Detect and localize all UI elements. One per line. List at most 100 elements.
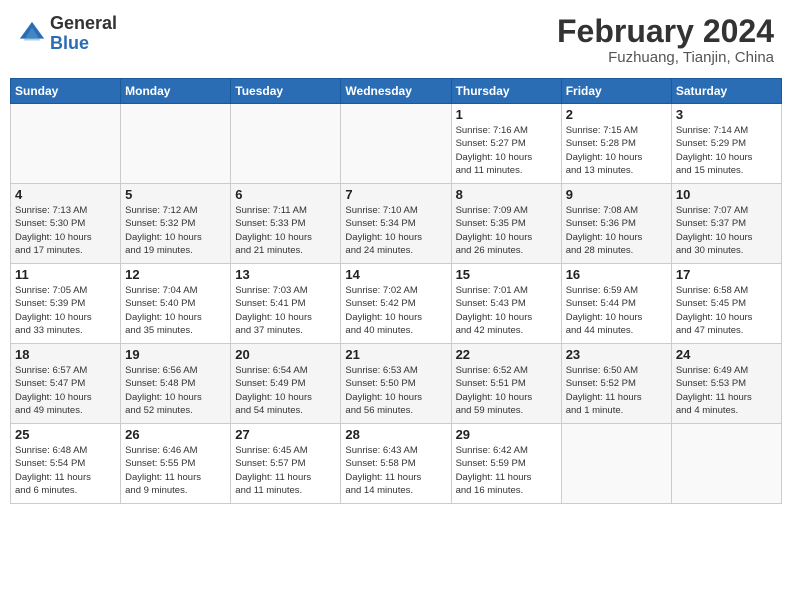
calendar-cell: 21 Sunrise: 6:53 AM Sunset: 5:50 PM Dayli… — [341, 344, 451, 424]
column-header-monday: Monday — [121, 79, 231, 104]
calendar-table: SundayMondayTuesdayWednesdayThursdayFrid… — [10, 78, 782, 504]
day-info: Sunrise: 6:56 AM Sunset: 5:48 PM Dayligh… — [125, 364, 226, 417]
day-info: Sunrise: 6:43 AM Sunset: 5:58 PM Dayligh… — [345, 444, 446, 497]
week-row-2: 4 Sunrise: 7:13 AM Sunset: 5:30 PM Daylig… — [11, 184, 782, 264]
calendar-cell: 5 Sunrise: 7:12 AM Sunset: 5:32 PM Daylig… — [121, 184, 231, 264]
calendar-cell: 7 Sunrise: 7:10 AM Sunset: 5:34 PM Daylig… — [341, 184, 451, 264]
calendar-cell — [671, 424, 781, 504]
logo-blue-text: Blue — [50, 33, 89, 53]
day-info: Sunrise: 6:59 AM Sunset: 5:44 PM Dayligh… — [566, 284, 667, 337]
day-info: Sunrise: 6:49 AM Sunset: 5:53 PM Dayligh… — [676, 364, 777, 417]
column-header-sunday: Sunday — [11, 79, 121, 104]
day-number: 14 — [345, 267, 446, 282]
calendar-cell — [121, 104, 231, 184]
day-number: 21 — [345, 347, 446, 362]
day-info: Sunrise: 6:45 AM Sunset: 5:57 PM Dayligh… — [235, 444, 336, 497]
day-info: Sunrise: 6:57 AM Sunset: 5:47 PM Dayligh… — [15, 364, 116, 417]
day-info: Sunrise: 6:46 AM Sunset: 5:55 PM Dayligh… — [125, 444, 226, 497]
day-info: Sunrise: 7:02 AM Sunset: 5:42 PM Dayligh… — [345, 284, 446, 337]
week-row-3: 11 Sunrise: 7:05 AM Sunset: 5:39 PM Dayli… — [11, 264, 782, 344]
day-number: 12 — [125, 267, 226, 282]
day-number: 6 — [235, 187, 336, 202]
day-info: Sunrise: 7:15 AM Sunset: 5:28 PM Dayligh… — [566, 124, 667, 177]
calendar-cell: 23 Sunrise: 6:50 AM Sunset: 5:52 PM Dayli… — [561, 344, 671, 424]
calendar-cell — [341, 104, 451, 184]
calendar-cell: 19Sunrise: 6:56 AM Sunset: 5:48 PM Dayli… — [121, 344, 231, 424]
day-info: Sunrise: 7:01 AM Sunset: 5:43 PM Dayligh… — [456, 284, 557, 337]
day-number: 18 — [15, 347, 116, 362]
day-number: 29 — [456, 427, 557, 442]
day-info: Sunrise: 7:08 AM Sunset: 5:36 PM Dayligh… — [566, 204, 667, 257]
day-number: 23 — [566, 347, 667, 362]
day-info: Sunrise: 6:50 AM Sunset: 5:52 PM Dayligh… — [566, 364, 667, 417]
column-header-wednesday: Wednesday — [341, 79, 451, 104]
calendar-cell: 10 Sunrise: 7:07 AM Sunset: 5:37 PM Dayli… — [671, 184, 781, 264]
day-number: 24 — [676, 347, 777, 362]
calendar-cell: 2 Sunrise: 7:15 AM Sunset: 5:28 PM Daylig… — [561, 104, 671, 184]
day-info: Sunrise: 7:04 AM Sunset: 5:40 PM Dayligh… — [125, 284, 226, 337]
calendar-cell: 3 Sunrise: 7:14 AM Sunset: 5:29 PM Daylig… — [671, 104, 781, 184]
calendar-cell: 29 Sunrise: 6:42 AM Sunset: 5:59 PM Dayli… — [451, 424, 561, 504]
calendar-cell: 28 Sunrise: 6:43 AM Sunset: 5:58 PM Dayli… — [341, 424, 451, 504]
day-number: 2 — [566, 107, 667, 122]
day-info: Sunrise: 6:42 AM Sunset: 5:59 PM Dayligh… — [456, 444, 557, 497]
day-number: 16 — [566, 267, 667, 282]
calendar-cell: 4 Sunrise: 7:13 AM Sunset: 5:30 PM Daylig… — [11, 184, 121, 264]
calendar-cell: 6Sunrise: 7:11 AM Sunset: 5:33 PM Daylig… — [231, 184, 341, 264]
calendar-cell: 9Sunrise: 7:08 AM Sunset: 5:36 PM Daylig… — [561, 184, 671, 264]
calendar-cell — [561, 424, 671, 504]
day-info: Sunrise: 7:10 AM Sunset: 5:34 PM Dayligh… — [345, 204, 446, 257]
calendar-cell: 13Sunrise: 7:03 AM Sunset: 5:41 PM Dayli… — [231, 264, 341, 344]
day-info: Sunrise: 7:05 AM Sunset: 5:39 PM Dayligh… — [15, 284, 116, 337]
day-info: Sunrise: 6:48 AM Sunset: 5:54 PM Dayligh… — [15, 444, 116, 497]
day-number: 26 — [125, 427, 226, 442]
day-number: 1 — [456, 107, 557, 122]
day-number: 7 — [345, 187, 446, 202]
title-block: February 2024 Fuzhuang, Tianjin, China — [557, 14, 774, 66]
day-number: 4 — [15, 187, 116, 202]
logo: General Blue — [18, 14, 117, 54]
day-number: 11 — [15, 267, 116, 282]
calendar-cell: 27 Sunrise: 6:45 AM Sunset: 5:57 PM Dayli… — [231, 424, 341, 504]
calendar-cell: 16 Sunrise: 6:59 AM Sunset: 5:44 PM Dayli… — [561, 264, 671, 344]
calendar-cell: 11 Sunrise: 7:05 AM Sunset: 5:39 PM Dayli… — [11, 264, 121, 344]
day-info: Sunrise: 7:14 AM Sunset: 5:29 PM Dayligh… — [676, 124, 777, 177]
day-number: 13 — [235, 267, 336, 282]
calendar-cell: 12 Sunrise: 7:04 AM Sunset: 5:40 PM Dayli… — [121, 264, 231, 344]
page-header: General Blue February 2024 Fuzhuang, Tia… — [10, 10, 782, 70]
calendar-cell: 8Sunrise: 7:09 AM Sunset: 5:35 PM Daylig… — [451, 184, 561, 264]
month-title: February 2024 — [557, 14, 774, 49]
calendar-cell: 24 Sunrise: 6:49 AM Sunset: 5:53 PM Dayli… — [671, 344, 781, 424]
day-info: Sunrise: 6:53 AM Sunset: 5:50 PM Dayligh… — [345, 364, 446, 417]
day-info: Sunrise: 6:54 AM Sunset: 5:49 PM Dayligh… — [235, 364, 336, 417]
day-info: Sunrise: 7:13 AM Sunset: 5:30 PM Dayligh… — [15, 204, 116, 257]
day-number: 15 — [456, 267, 557, 282]
day-info: Sunrise: 7:07 AM Sunset: 5:37 PM Dayligh… — [676, 204, 777, 257]
day-info: Sunrise: 7:09 AM Sunset: 5:35 PM Dayligh… — [456, 204, 557, 257]
calendar-cell: 25 Sunrise: 6:48 AM Sunset: 5:54 PM Dayli… — [11, 424, 121, 504]
calendar-cell: 1Sunrise: 7:16 AM Sunset: 5:27 PM Daylig… — [451, 104, 561, 184]
calendar-cell: 18 Sunrise: 6:57 AM Sunset: 5:47 PM Dayli… — [11, 344, 121, 424]
day-number: 22 — [456, 347, 557, 362]
column-header-friday: Friday — [561, 79, 671, 104]
day-number: 10 — [676, 187, 777, 202]
day-info: Sunrise: 6:52 AM Sunset: 5:51 PM Dayligh… — [456, 364, 557, 417]
calendar-cell: 17Sunrise: 6:58 AM Sunset: 5:45 PM Dayli… — [671, 264, 781, 344]
location: Fuzhuang, Tianjin, China — [557, 49, 774, 66]
day-number: 27 — [235, 427, 336, 442]
week-row-1: 1Sunrise: 7:16 AM Sunset: 5:27 PM Daylig… — [11, 104, 782, 184]
day-number: 5 — [125, 187, 226, 202]
day-number: 3 — [676, 107, 777, 122]
column-header-saturday: Saturday — [671, 79, 781, 104]
day-number: 17 — [676, 267, 777, 282]
logo-general-text: General — [50, 13, 117, 33]
column-header-thursday: Thursday — [451, 79, 561, 104]
week-row-4: 18 Sunrise: 6:57 AM Sunset: 5:47 PM Dayli… — [11, 344, 782, 424]
calendar-cell: 15 Sunrise: 7:01 AM Sunset: 5:43 PM Dayli… — [451, 264, 561, 344]
day-number: 28 — [345, 427, 446, 442]
calendar-cell: 22 Sunrise: 6:52 AM Sunset: 5:51 PM Dayli… — [451, 344, 561, 424]
day-number: 25 — [15, 427, 116, 442]
day-number: 20 — [235, 347, 336, 362]
calendar-cell: 14 Sunrise: 7:02 AM Sunset: 5:42 PM Dayli… — [341, 264, 451, 344]
day-info: Sunrise: 7:12 AM Sunset: 5:32 PM Dayligh… — [125, 204, 226, 257]
